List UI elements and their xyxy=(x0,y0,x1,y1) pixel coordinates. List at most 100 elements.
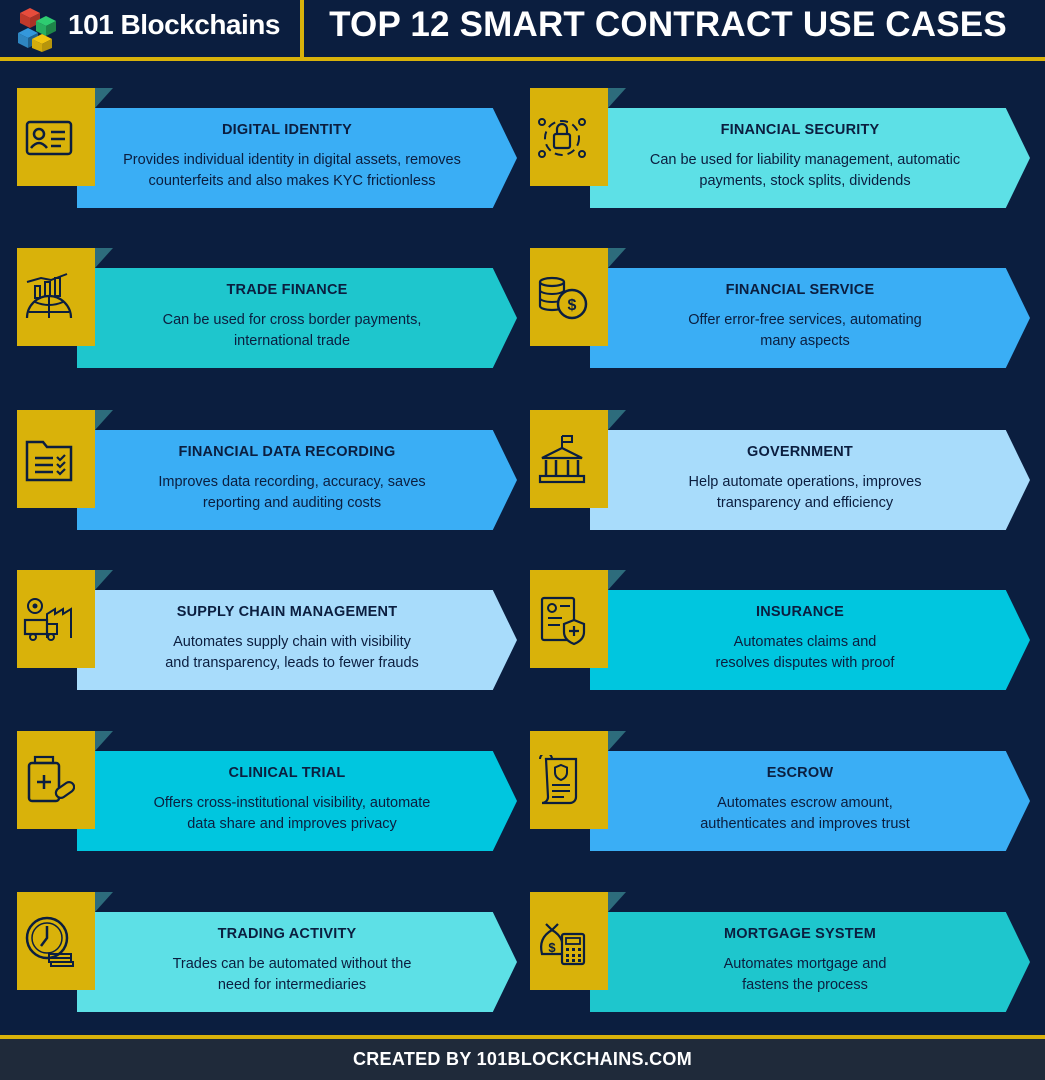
description-line: transparency and efficiency xyxy=(716,495,894,511)
svg-text:$: $ xyxy=(568,297,577,314)
description-line: resolves disputes with proof xyxy=(715,655,895,671)
footer: CREATED BY 101BLOCKCHAINS.COM xyxy=(0,1039,1045,1080)
tile-fold xyxy=(95,410,113,430)
description-line: Improves data recording, accuracy, saves xyxy=(158,474,426,490)
use-case-title: FINANCIAL SECURITY xyxy=(720,122,880,138)
icon-tile xyxy=(530,88,626,186)
coins-dollar-icon: $ xyxy=(538,276,588,320)
use-case-card: MORTGAGE SYSTEM Automates mortgage and fas… xyxy=(530,892,1030,1014)
icon-tile: $ xyxy=(530,248,626,346)
use-case-description: Automates supply chain with visibility an… xyxy=(87,632,497,674)
use-case-description: Automates mortgage and fastens the proces… xyxy=(600,954,1010,996)
tile-fold xyxy=(608,570,626,590)
use-case-title: SUPPLY CHAIN MANAGEMENT xyxy=(176,604,398,620)
description-line: many aspects xyxy=(760,333,850,349)
brand-name: 101 Blockchains xyxy=(68,9,280,40)
description-line: Help automate operations, improves xyxy=(688,474,922,490)
use-case-description: Offers cross-institutional visibility, a… xyxy=(87,793,497,835)
use-case-description: Improves data recording, accuracy, saves… xyxy=(87,472,497,514)
use-case-description: Trades can be automated without the need … xyxy=(87,954,497,996)
use-case-description: Automates claims and resolves disputes wi… xyxy=(600,632,1010,674)
icon-tile xyxy=(17,410,113,508)
tile-fold xyxy=(95,570,113,590)
insurance-document-icon xyxy=(540,596,586,646)
description-line: data share and improves privacy xyxy=(187,816,397,832)
use-case-card: ESCROW Automates escrow amount, authentica… xyxy=(530,731,1030,853)
id-card-icon xyxy=(25,120,73,156)
description-line: international trade xyxy=(233,333,351,349)
use-case-banner: INSURANCE Automates claims and resolves di… xyxy=(590,590,1030,690)
icon-tile xyxy=(17,570,113,668)
icon-tile: $ xyxy=(530,892,626,990)
description-line: fastens the process xyxy=(742,977,868,993)
footer-credit: CREATED BY 101BLOCKCHAINS.COM xyxy=(352,1049,693,1069)
use-case-card: GOVERNMENT Help automate operations, impr… xyxy=(530,410,1030,532)
icon-tile xyxy=(530,570,626,668)
use-case-title: FINANCIAL SERVICE xyxy=(725,282,875,298)
description-line: and transparency, leads to fewer frauds xyxy=(165,655,419,671)
description-line: reporting and auditing costs xyxy=(202,495,382,511)
tile-fold xyxy=(608,892,626,912)
use-case-card: FINANCIAL SERVICE Offer error-free servic… xyxy=(530,248,1030,370)
icon-tile xyxy=(17,248,113,346)
clock-coins-icon xyxy=(25,916,74,967)
tile-fold xyxy=(95,731,113,751)
description-line: authenticates and improves trust xyxy=(700,816,910,832)
description-line: Automates claims and xyxy=(733,634,877,650)
description-line: Automates mortgage and xyxy=(723,956,887,972)
use-case-title: GOVERNMENT xyxy=(747,444,853,460)
use-case-title: CLINICAL TRIAL xyxy=(228,765,346,781)
use-case-description: Help automate operations, improves transp… xyxy=(600,472,1010,514)
use-case-title: MORTGAGE SYSTEM xyxy=(723,926,877,942)
icon-tile xyxy=(17,731,113,829)
description-line: Provides individual identity in digital … xyxy=(123,152,461,168)
description-line: Can be used for cross border payments, xyxy=(162,312,422,328)
use-case-title: INSURANCE xyxy=(756,604,844,620)
description-line: Offer error-free services, automating xyxy=(688,312,922,328)
use-case-banner: GOVERNMENT Help automate operations, impr… xyxy=(590,430,1030,530)
icon-tile xyxy=(530,410,626,508)
folder-checklist-icon xyxy=(25,440,73,482)
use-case-card: INSURANCE Automates claims and resolves di… xyxy=(530,570,1030,692)
icon-tile xyxy=(530,731,626,829)
factory-truck-icon xyxy=(23,598,72,641)
use-case-card: FINANCIAL SECURITY Can be used for liabil… xyxy=(530,88,1030,210)
use-case-card: SUPPLY CHAIN MANAGEMENT Automates supply … xyxy=(17,570,517,692)
money-calculator-icon: $ xyxy=(540,923,586,966)
description-line: Automates escrow amount, xyxy=(717,795,893,811)
use-case-description: Can be used for cross border payments, in… xyxy=(87,310,497,352)
medicine-bottle-icon xyxy=(27,755,75,803)
circuit-lock-icon xyxy=(538,118,586,158)
description-line: need for intermediaries xyxy=(217,977,367,993)
use-case-description: Offer error-free services, automating man… xyxy=(600,310,1010,352)
svg-text:$: $ xyxy=(548,940,556,955)
contract-scroll-icon xyxy=(539,755,578,805)
icon-tile xyxy=(17,88,113,186)
page-title: TOP 12 SMART CONTRACT USE CASES xyxy=(329,5,1007,44)
use-case-description: Provides individual identity in digital … xyxy=(87,150,497,192)
use-case-card: DIGITAL IDENTITY Provides individual iden… xyxy=(17,88,517,210)
use-case-banner: FINANCIAL DATA RECORDING Improves data re… xyxy=(77,430,517,530)
description-line: Automates supply chain with visibility xyxy=(173,634,411,650)
government-building-icon xyxy=(538,435,586,484)
use-case-card: TRADE FINANCE Can be used for cross borde… xyxy=(17,248,517,370)
tile-fold xyxy=(608,88,626,108)
description-line: Trades can be automated without the xyxy=(172,956,412,972)
header-rule xyxy=(0,57,1045,61)
tile-fold xyxy=(608,248,626,268)
description-line: Offers cross-institutional visibility, a… xyxy=(153,795,431,811)
tile-fold xyxy=(95,248,113,268)
use-case-title: FINANCIAL DATA RECORDING xyxy=(178,444,396,460)
logo-cubes-icon xyxy=(18,8,56,52)
tile-fold xyxy=(608,410,626,430)
icon-tile xyxy=(17,892,113,990)
use-case-title: TRADE FINANCE xyxy=(226,282,348,298)
use-case-banner: CLINICAL TRIAL Offers cross-institutional… xyxy=(77,751,517,851)
tile-fold xyxy=(95,892,113,912)
use-case-description: Automates escrow amount, authenticates an… xyxy=(600,793,1010,835)
tile-fold xyxy=(95,88,113,108)
header: 101 Blockchains TOP 12 SMART CONTRACT US… xyxy=(0,0,1045,58)
use-case-banner: TRADE FINANCE Can be used for cross borde… xyxy=(77,268,517,368)
use-case-banner: FINANCIAL SERVICE Offer error-free servic… xyxy=(590,268,1030,368)
tile-fold xyxy=(608,731,626,751)
